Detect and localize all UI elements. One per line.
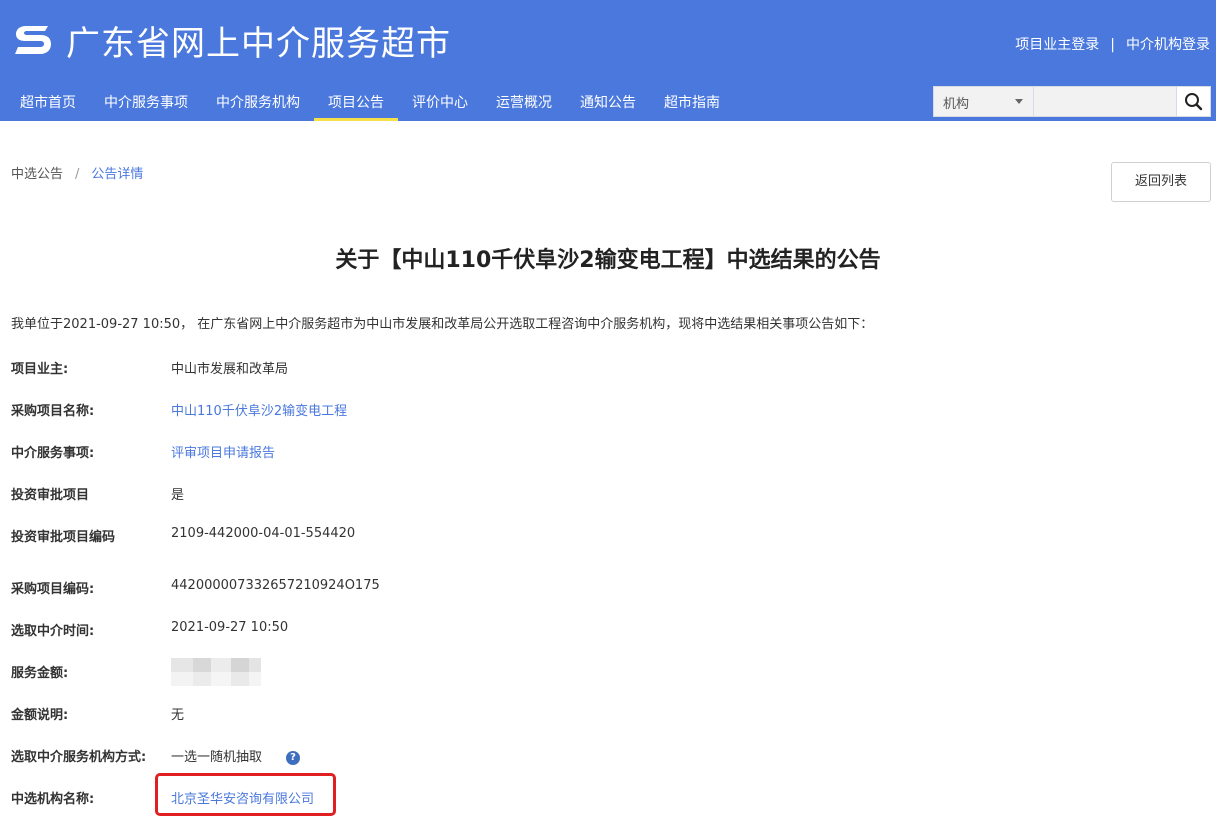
nav-item-service-agencies[interactable]: 中介服务机构 <box>202 82 314 121</box>
notice-intro: 我单位于2021-09-27 10:50， 在广东省网上中介服务超市为中山市发展… <box>11 317 874 332</box>
field-label: 服务金额: <box>11 666 69 681</box>
field-value: 中山市发展和改革局 <box>171 362 289 377</box>
breadcrumb: 中选公告 / 公告详情 <box>11 163 143 182</box>
field-label: 选取中介服务机构方式: <box>11 750 147 765</box>
search-category-select[interactable]: 机构 <box>934 87 1034 116</box>
top-links-separator: | <box>1110 37 1115 53</box>
nav-item-home[interactable]: 超市首页 <box>6 82 90 121</box>
main-nav: 超市首页 中介服务事项 中介服务机构 项目公告 评价中心 运营概况 通知公告 超… <box>6 82 734 121</box>
breadcrumb-current: 公告详情 <box>91 167 144 182</box>
field-value: 2021-09-27 10:50 <box>171 620 289 635</box>
top-links: 项目业主登录 | 中介机构登录 <box>1015 34 1210 54</box>
nav-item-guide[interactable]: 超市指南 <box>650 82 734 121</box>
field-value: 442000007332657210924O175 <box>171 578 380 593</box>
field-value: 是 <box>171 488 185 503</box>
notice-title: 关于【中山110千伏阜沙2输变电工程】中选结果的公告 <box>335 248 881 273</box>
nav-item-operations-overview[interactable]: 运营概况 <box>482 82 566 121</box>
field-label: 投资审批项目 <box>11 488 90 503</box>
search-bar: 机构 <box>933 86 1211 117</box>
nav-item-evaluation-center[interactable]: 评价中心 <box>398 82 482 121</box>
selection-method-value: 一选一随机抽取 <box>171 750 263 765</box>
breadcrumb-separator: / <box>75 167 80 182</box>
redacted-amount <box>171 658 261 688</box>
question-circle-icon[interactable]: ? <box>286 750 301 765</box>
logo-s-icon[interactable] <box>12 22 54 58</box>
field-value: 一选一随机抽取? <box>171 746 301 765</box>
agency-login-link[interactable]: 中介机构登录 <box>1126 37 1210 53</box>
chevron-down-icon <box>1015 99 1023 104</box>
site-title[interactable]: 广东省网上中介服务超市 <box>66 16 451 65</box>
field-label: 金额说明: <box>11 708 69 723</box>
highlight-box <box>155 773 336 816</box>
search-icon <box>1185 93 1203 111</box>
nav-item-announcements[interactable]: 通知公告 <box>566 82 650 121</box>
service-matter-link[interactable]: 评审项目申请报告 <box>171 442 275 461</box>
field-label: 采购项目名称: <box>11 404 95 419</box>
field-label: 采购项目编码: <box>11 582 95 597</box>
field-label: 项目业主: <box>11 362 69 377</box>
nav-item-service-matters[interactable]: 中介服务事项 <box>90 82 202 121</box>
field-label: 中选机构名称: <box>11 792 95 807</box>
site-header: 广东省网上中介服务超市 项目业主登录 | 中介机构登录 超市首页 中介服务事项 中介… <box>0 0 1216 121</box>
field-value: 2109-442000-04-01-554420 <box>171 526 356 541</box>
owner-login-link[interactable]: 项目业主登录 <box>1015 37 1099 53</box>
project-name-link[interactable]: 中山110千伏阜沙2输变电工程 <box>171 400 347 419</box>
search-category-value: 机构 <box>943 97 970 112</box>
breadcrumb-parent[interactable]: 中选公告 <box>11 167 63 182</box>
field-value: 无 <box>171 708 185 723</box>
search-button[interactable] <box>1176 87 1210 116</box>
field-label: 中介服务事项: <box>11 446 95 461</box>
field-label: 选取中介时间: <box>11 624 95 639</box>
field-label: 投资审批项目编码 <box>11 530 116 545</box>
search-input[interactable] <box>1034 87 1176 116</box>
back-to-list-button[interactable]: 返回列表 <box>1111 162 1211 202</box>
nav-item-project-notices[interactable]: 项目公告 <box>314 82 398 121</box>
